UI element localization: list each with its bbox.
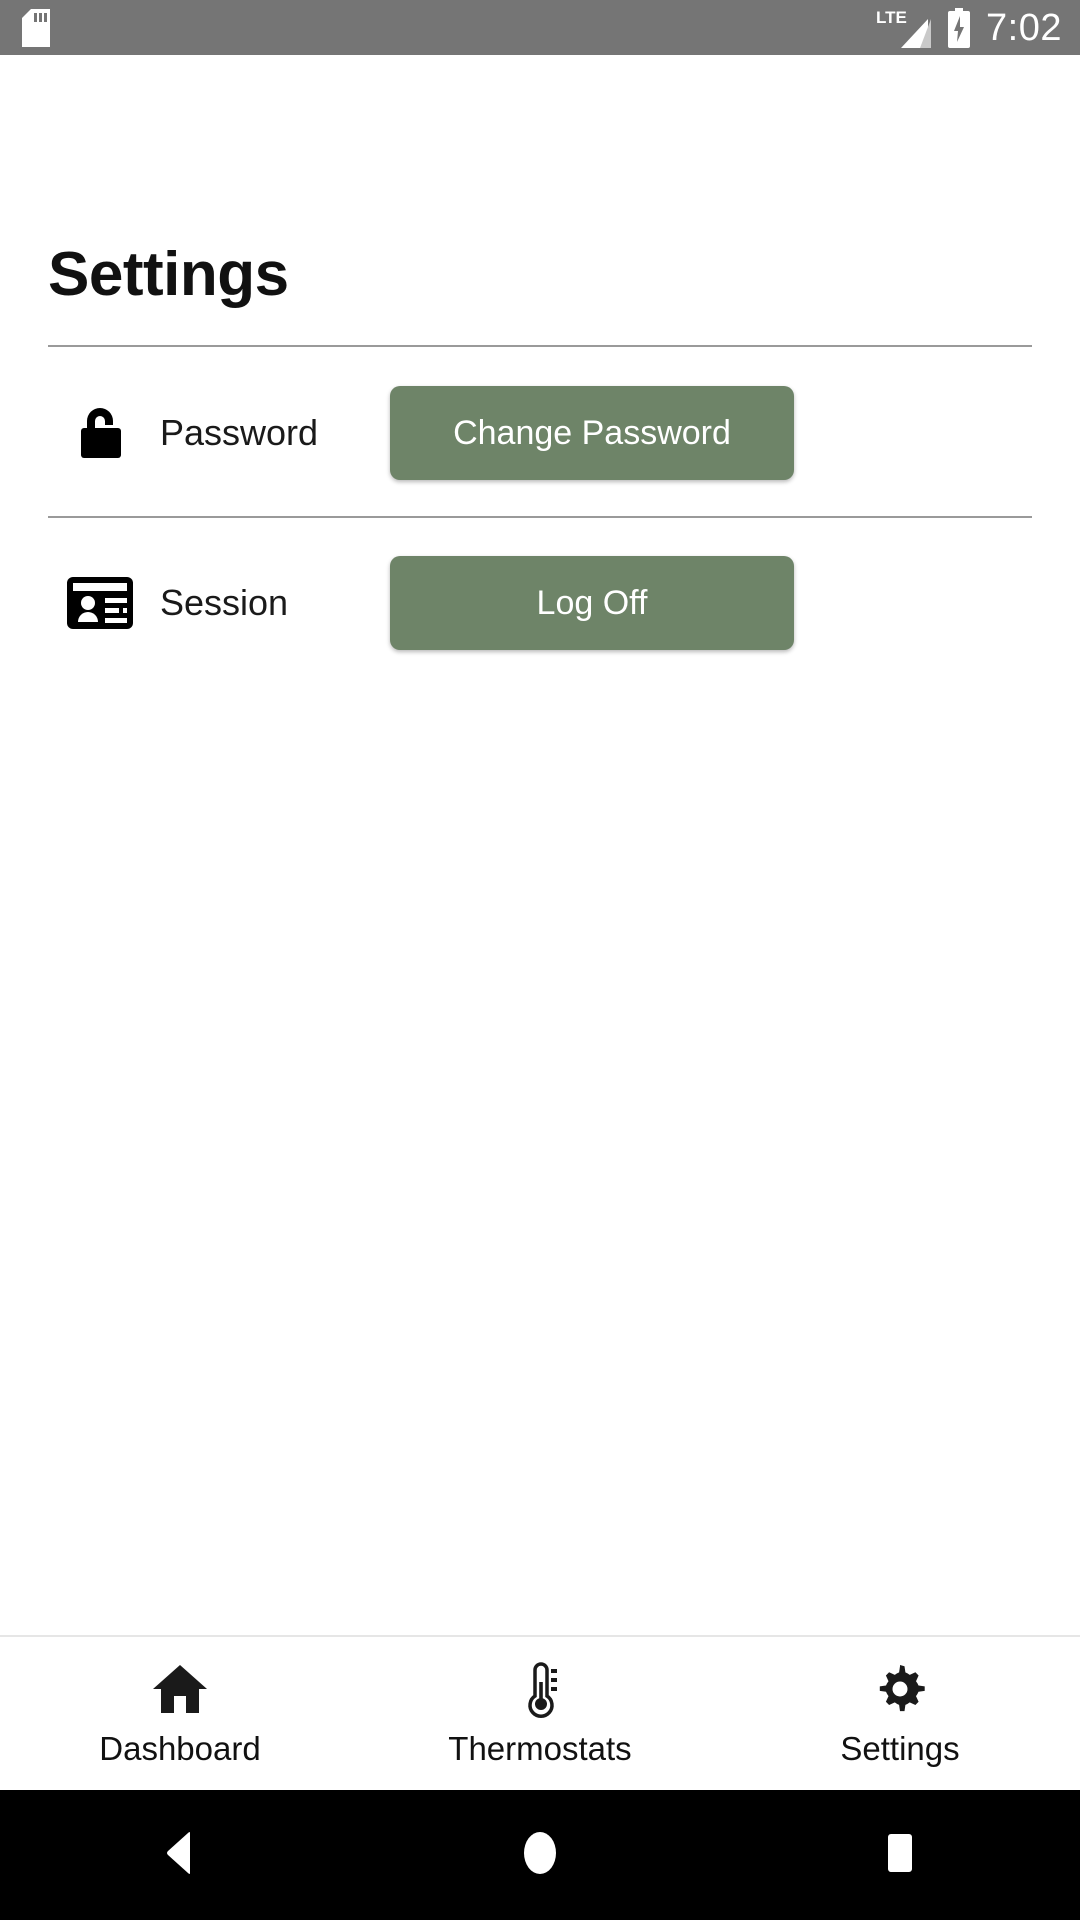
gear-icon [873, 1660, 927, 1718]
settings-row-password: Password Change Password [0, 368, 1080, 498]
home-circle-icon [518, 1831, 562, 1880]
settings-row-label: Password [160, 412, 319, 453]
unlock-icon [40, 403, 160, 463]
back-button[interactable] [0, 1831, 360, 1880]
recents-button[interactable] [720, 1831, 1080, 1880]
phone-screen: LTE 7:02 Settings Password Change Passwo… [0, 0, 1080, 1920]
status-bar-clock: 7:02 [986, 6, 1062, 49]
recents-square-icon [880, 1831, 920, 1880]
home-button[interactable] [360, 1831, 720, 1880]
sdcard-icon [22, 8, 50, 47]
tab-settings[interactable]: Settings [720, 1660, 1080, 1768]
tab-label: Thermostats [448, 1729, 632, 1767]
signal-bars-icon: LTE [876, 7, 932, 49]
status-bar-right: LTE 7:02 [876, 7, 1062, 49]
main-content: Settings Password Change Password Sessio… [0, 55, 1080, 1635]
svg-text:LTE: LTE [876, 8, 907, 27]
log-off-button[interactable]: Log Off [390, 556, 794, 650]
thermometer-icon [520, 1660, 560, 1718]
system-navigation-bar [0, 1790, 1080, 1920]
tab-label: Dashboard [99, 1729, 261, 1767]
id-card-icon [40, 577, 160, 629]
page-title: Settings [48, 240, 289, 309]
settings-row-label: Session [160, 582, 289, 623]
divider-middle [48, 516, 1032, 518]
status-bar-left [22, 8, 50, 47]
tab-dashboard[interactable]: Dashboard [0, 1660, 360, 1768]
status-bar: LTE 7:02 [0, 0, 1080, 55]
change-password-button[interactable]: Change Password [390, 386, 794, 480]
battery-charging-icon [946, 7, 972, 48]
tab-thermostats[interactable]: Thermostats [360, 1660, 720, 1768]
back-triangle-icon [160, 1831, 200, 1880]
home-icon [151, 1660, 209, 1718]
bottom-tab-bar: Dashboard Thermostats Settings [0, 1635, 1080, 1790]
tab-label: Settings [840, 1729, 960, 1767]
settings-row-session: Session Log Off [0, 538, 1080, 668]
divider-top [48, 345, 1032, 347]
